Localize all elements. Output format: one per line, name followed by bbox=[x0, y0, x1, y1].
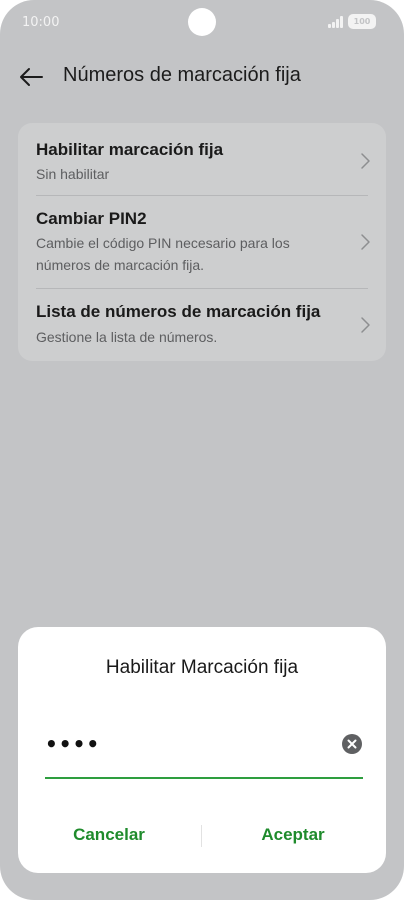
setting-item-subtitle: Sin habilitar bbox=[36, 166, 110, 182]
dialog-title: Habilitar Marcación fija bbox=[105, 657, 299, 678]
clear-input-button[interactable] bbox=[342, 734, 362, 754]
pin2-input[interactable] bbox=[45, 727, 305, 761]
enable-fdn-dialog: Habilitar Marcación fija Cancelar Acepta… bbox=[18, 627, 386, 873]
setting-item-fdn-list[interactable]: Lista de números de marcación fija Gesti… bbox=[18, 289, 386, 361]
camera-cutout bbox=[188, 8, 216, 36]
chevron-right-icon bbox=[361, 234, 370, 250]
setting-item-subtitle: Cambie el código PIN necesario para los … bbox=[36, 235, 290, 273]
setting-item-title: Lista de números de marcación fija bbox=[36, 302, 321, 321]
page-title: Números de marcación fija bbox=[63, 64, 301, 86]
setting-item-subtitle: Gestione la lista de números. bbox=[36, 329, 218, 345]
setting-item-change-pin2[interactable]: Cambiar PIN2 Cambie el código PIN necesa… bbox=[18, 196, 386, 288]
back-button[interactable] bbox=[16, 62, 46, 92]
status-bar: 10:00 100 bbox=[0, 0, 404, 46]
cancel-button[interactable]: Cancelar bbox=[34, 817, 184, 853]
settings-card: Habilitar marcación fija Sin habilitar C… bbox=[18, 123, 386, 361]
setting-item-enable-fdn[interactable]: Habilitar marcación fija Sin habilitar bbox=[18, 123, 386, 195]
battery-icon: 100 bbox=[348, 14, 376, 29]
phone-screen: 10:00 100 Números de marcación fija Habi… bbox=[0, 0, 404, 900]
arrow-left-icon bbox=[20, 68, 43, 86]
status-time: 10:00 bbox=[22, 15, 60, 30]
accept-button[interactable]: Aceptar bbox=[218, 817, 368, 853]
clear-circle-icon bbox=[342, 734, 362, 754]
chevron-right-icon bbox=[361, 317, 370, 333]
input-underline bbox=[45, 777, 363, 779]
setting-item-title: Cambiar PIN2 bbox=[36, 209, 147, 228]
app-header: Números de marcación fija bbox=[0, 52, 404, 102]
chevron-right-icon bbox=[361, 153, 370, 169]
signal-icon bbox=[328, 16, 344, 28]
setting-item-title: Habilitar marcación fija bbox=[36, 140, 224, 159]
button-separator bbox=[201, 825, 202, 847]
